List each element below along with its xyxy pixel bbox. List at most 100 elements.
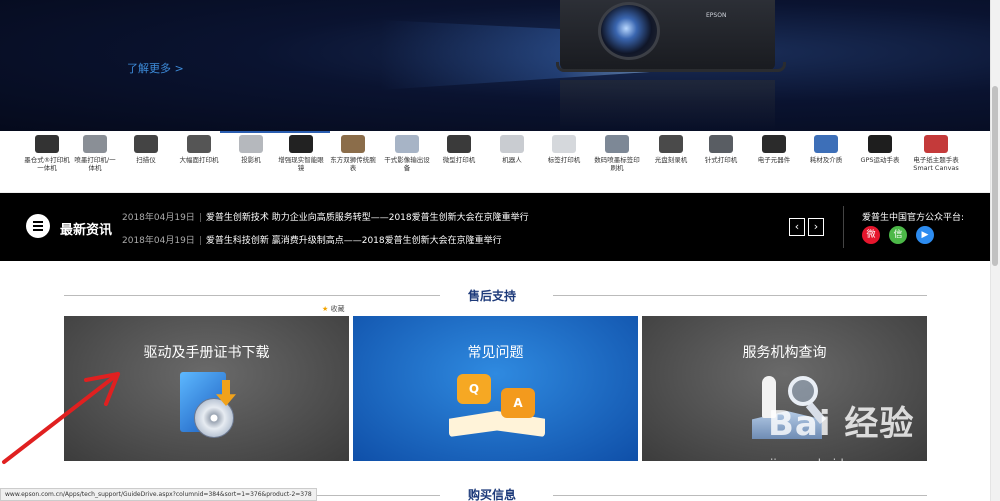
product-nav-item[interactable]: 微型打印机 xyxy=(436,135,482,164)
video-icon[interactable]: ▶ xyxy=(916,226,934,244)
projector-image xyxy=(560,0,775,70)
product-nav-label: 增强现实智能眼镜 xyxy=(278,156,324,172)
status-bar-url: www.epson.com.cn/Apps/tech_support/Guide… xyxy=(0,488,317,501)
product-icon xyxy=(709,135,733,153)
watermark-url: jingyan.baidu.com xyxy=(770,457,881,471)
product-icon xyxy=(289,135,313,153)
product-nav-item[interactable]: 东方双狮传统腕表 xyxy=(330,135,376,172)
product-nav-label: 投影机 xyxy=(241,156,261,164)
product-icon xyxy=(341,135,365,153)
product-icon xyxy=(134,135,158,153)
product-nav-item[interactable]: 大幅面打印机 xyxy=(176,135,222,164)
product-nav-item[interactable]: 投影机 xyxy=(228,135,274,164)
scrollbar-thumb[interactable] xyxy=(992,86,998,266)
section-line-left xyxy=(64,295,440,296)
product-nav-item[interactable]: 标签打印机 xyxy=(541,135,587,164)
product-nav-active-indicator xyxy=(220,131,330,133)
product-nav-item[interactable]: 耗材及介质 xyxy=(803,135,849,164)
news-prev-button[interactable]: ‹ xyxy=(789,218,805,236)
news-title: 最新资讯 xyxy=(60,223,113,238)
news-bar xyxy=(0,193,990,261)
product-icon xyxy=(187,135,211,153)
page: 了解更多 > EPSON 墨仓式®打印机一体机 喷墨打印机/一体机 扫描仪 大幅面打印… xyxy=(0,0,1000,501)
product-nav-item[interactable]: 光盘刻录机 xyxy=(648,135,694,164)
faq-card[interactable]: 常见问题 Q A xyxy=(353,316,638,461)
product-nav-label: 墨仓式®打印机一体机 xyxy=(24,156,70,172)
product-icon xyxy=(868,135,892,153)
product-icon xyxy=(814,135,838,153)
news-next-button[interactable]: › xyxy=(808,218,824,236)
section-line-right xyxy=(553,295,927,296)
learn-more-link[interactable]: 了解更多 > xyxy=(127,60,184,76)
product-nav-item[interactable]: 扫描仪 xyxy=(123,135,169,164)
wechat-icon[interactable]: 信 xyxy=(889,226,907,244)
card-title: 常见问题 xyxy=(467,345,524,361)
red-arrow-annotation xyxy=(2,372,120,464)
news-separator: | xyxy=(198,213,202,223)
product-nav-label: 数码喷墨标签印刷机 xyxy=(594,156,640,172)
projector-stand xyxy=(556,62,786,72)
card-title: 驱动及手册证书下载 xyxy=(143,345,270,361)
product-icon xyxy=(605,135,629,153)
projector-brand: EPSON xyxy=(706,12,727,19)
product-icon xyxy=(659,135,683,153)
news-separator: | xyxy=(198,236,202,246)
product-nav-label: 喷墨打印机/一体机 xyxy=(74,156,116,172)
product-nav-item[interactable]: 电子元器件 xyxy=(751,135,797,164)
news-item[interactable]: 2018年04月19日 | 爱普生科技创新 赢消费升级制高点——2018爱普生创新大… xyxy=(122,233,502,246)
product-nav-item[interactable]: 电子纸主题手表Smart Canvas xyxy=(913,135,959,172)
product-nav-item[interactable]: 增强现实智能眼镜 xyxy=(278,135,324,172)
product-nav-item[interactable]: 干式影像输出设备 xyxy=(384,135,430,172)
product-nav-label: GPS运动手表 xyxy=(860,156,900,164)
product-icon xyxy=(447,135,471,153)
product-icon xyxy=(924,135,948,153)
product-nav-label: 光盘刻录机 xyxy=(654,156,688,164)
product-icon xyxy=(83,135,107,153)
product-nav-label: 标签打印机 xyxy=(547,156,581,164)
card-title: 服务机构查询 xyxy=(742,345,827,361)
product-nav-label: 干式影像输出设备 xyxy=(384,156,430,172)
section-line-right xyxy=(553,495,927,496)
question-bubble-icon: Q xyxy=(457,374,491,404)
disc-icon xyxy=(194,398,234,438)
product-nav-label: 耗材及介质 xyxy=(809,156,843,164)
favorite-label: 收藏 xyxy=(330,305,345,313)
product-nav-item[interactable]: 喷墨打印机/一体机 xyxy=(72,135,118,172)
product-icon xyxy=(762,135,786,153)
news-item[interactable]: 2018年04月19日 | 爱普生创新技术 助力企业向高质服务转型——2018爱普生… xyxy=(122,210,529,223)
hero-banner[interactable]: 了解更多 > EPSON xyxy=(0,0,990,131)
product-nav-label: 针式打印机 xyxy=(704,156,738,164)
product-nav-label: 大幅面打印机 xyxy=(179,156,219,164)
baidu-watermark: Bai 经验 xyxy=(768,396,914,445)
support-section-title: 售后支持 xyxy=(468,289,517,303)
product-nav-item[interactable]: 墨仓式®打印机一体机 xyxy=(24,135,70,172)
watermark-main: Bai 经验 xyxy=(768,404,915,444)
product-nav-item[interactable]: 数码喷墨标签印刷机 xyxy=(594,135,640,172)
product-nav-label: 机器人 xyxy=(502,156,522,164)
product-nav-label: 电子元器件 xyxy=(757,156,791,164)
product-nav-label: 电子纸主题手表Smart Canvas xyxy=(913,156,959,172)
answer-bubble-icon: A xyxy=(501,388,535,418)
star-icon: ★ xyxy=(322,305,329,313)
news-headline[interactable]: 爱普生科技创新 赢消费升级制高点——2018爱普生创新大会在京隆重举行 xyxy=(206,236,502,246)
news-date: 2018年04月19日 xyxy=(122,213,195,223)
product-nav-item[interactable]: GPS运动手表 xyxy=(857,135,903,164)
news-icon xyxy=(26,214,50,238)
product-nav-item[interactable]: 机器人 xyxy=(489,135,535,164)
social-title: 爱普生中国官方公众平台: xyxy=(862,213,965,223)
product-nav-label: 东方双狮传统腕表 xyxy=(330,156,376,172)
favorite-button[interactable]: ★ 收藏 xyxy=(322,304,345,314)
projector-reflection xyxy=(560,80,775,130)
news-headline[interactable]: 爱普生创新技术 助力企业向高质服务转型——2018爱普生创新大会在京隆重举行 xyxy=(206,213,529,223)
product-icon xyxy=(35,135,59,153)
product-icon xyxy=(239,135,263,153)
product-nav-item[interactable]: 针式打印机 xyxy=(698,135,744,164)
product-icon xyxy=(500,135,524,153)
product-nav-label: 扫描仪 xyxy=(136,156,156,164)
projector-lens xyxy=(598,2,660,60)
news-divider xyxy=(843,206,844,248)
product-icon xyxy=(552,135,576,153)
purchase-section-title: 购买信息 xyxy=(468,488,517,501)
weibo-icon[interactable]: 微 xyxy=(862,226,880,244)
product-icon xyxy=(395,135,419,153)
